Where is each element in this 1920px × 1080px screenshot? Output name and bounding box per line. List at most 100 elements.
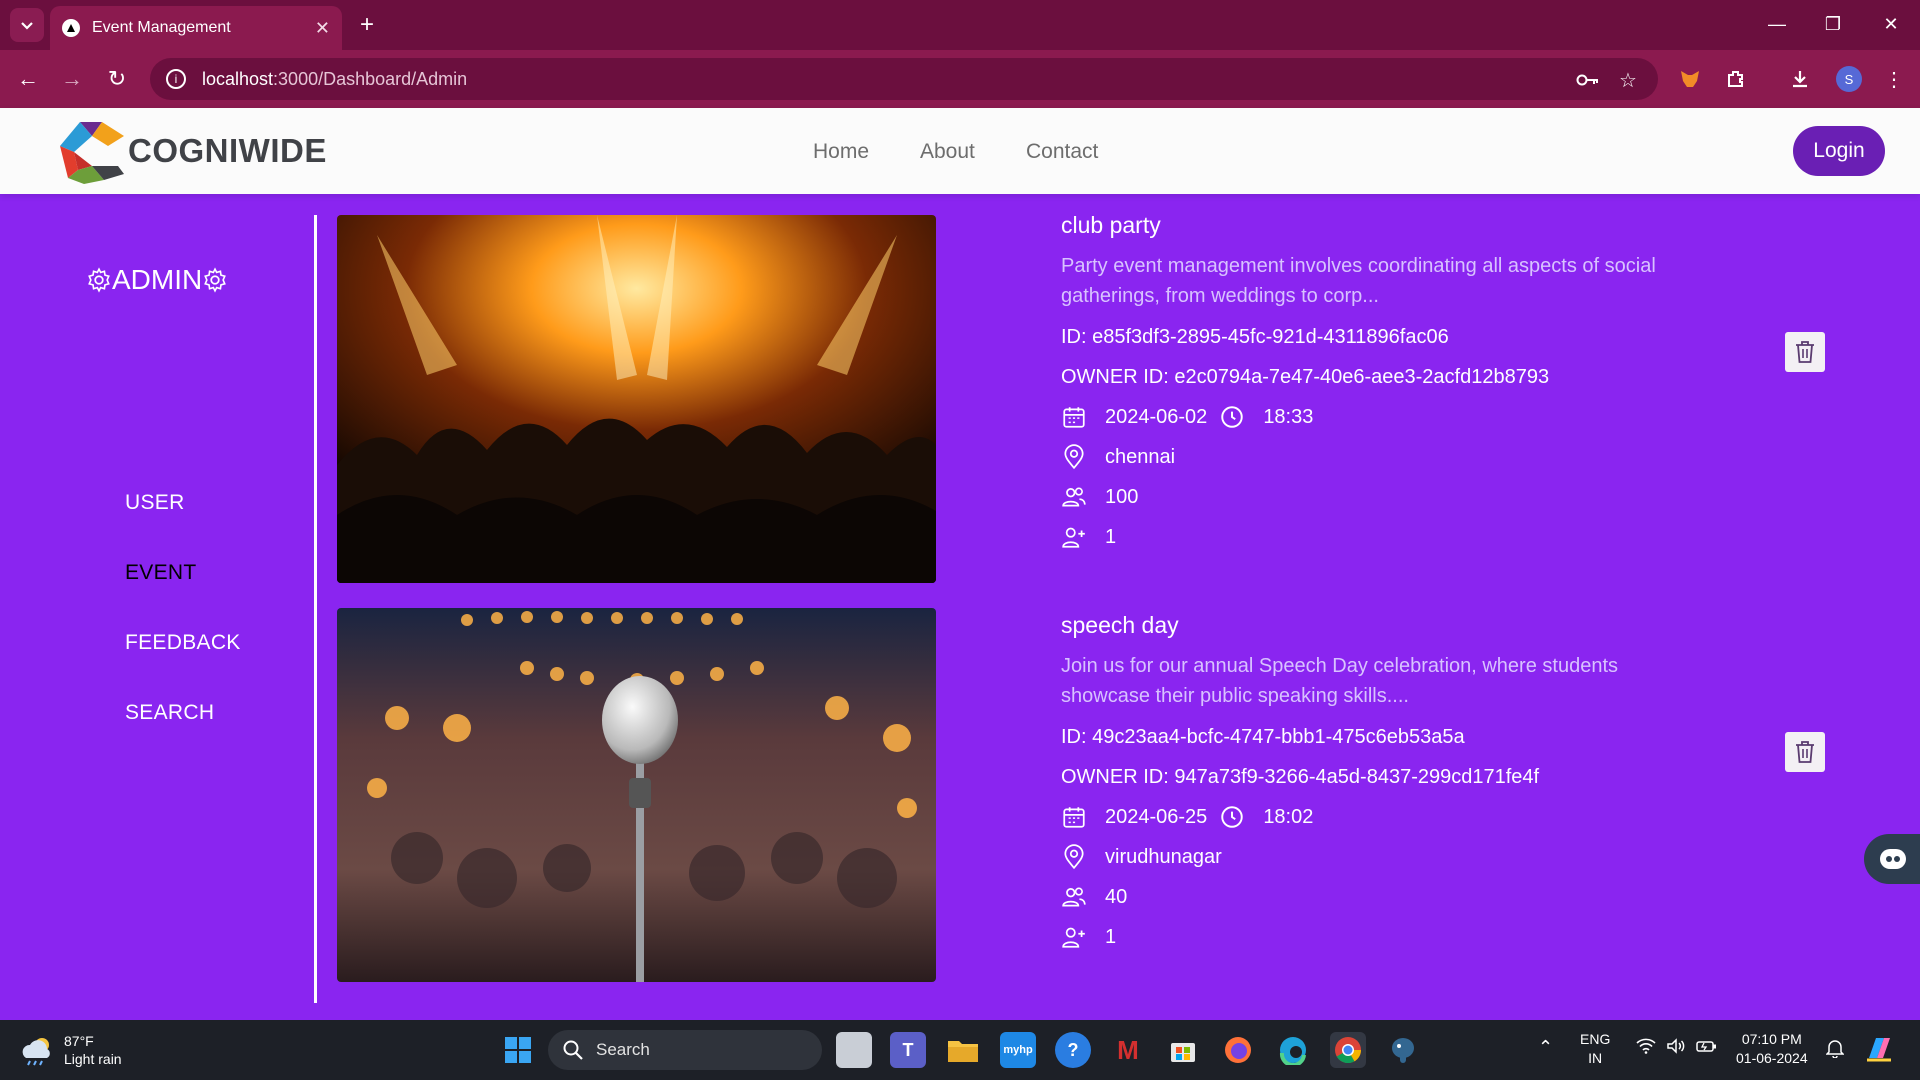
clock[interactable]: 07:10 PM 01-06-2024 (1736, 1030, 1808, 1068)
windows-taskbar: 87°F Light rain Search T myhp ? M ⌃ ENG … (0, 1020, 1920, 1080)
clock-icon (1221, 406, 1244, 428)
bot-face-icon (1880, 849, 1906, 869)
battery-icon[interactable] (1696, 1038, 1718, 1059)
forward-arrow-icon[interactable]: → (56, 63, 88, 95)
event-id: ID: 49c23aa4-bcfc-4747-bbb1-475c6eb53a5a (1061, 726, 1465, 748)
tab-title: Event Management (92, 19, 231, 36)
admin-heading-text: ADMIN (112, 264, 203, 295)
taskbar-search-box[interactable]: Search (548, 1030, 822, 1070)
volume-icon[interactable] (1666, 1038, 1686, 1059)
chrome-icon[interactable] (1330, 1032, 1366, 1068)
nav-link-about[interactable]: About (920, 140, 975, 164)
task-view-icon[interactable] (836, 1032, 872, 1068)
event-datetime-row: 2024-06-25 18:02 (1061, 804, 1313, 830)
url-path: :3000/Dashboard/Admin (273, 68, 468, 89)
event-date: 2024-06-25 (1105, 805, 1208, 828)
edge-icon[interactable] (1275, 1032, 1311, 1068)
event-capacity: 40 (1105, 885, 1128, 908)
user-plus-icon (1062, 927, 1085, 948)
admin-heading: ADMIN (86, 264, 228, 296)
language-indicator[interactable]: ENG IN (1580, 1030, 1610, 1068)
event-registered: 1 (1105, 925, 1117, 948)
address-bar[interactable]: i localhost:3000/Dashboard/Admin ☆ (150, 58, 1658, 100)
sidebar-item-event[interactable]: EVENT (125, 561, 197, 585)
sidebar-divider (314, 215, 317, 1003)
file-explorer-icon[interactable] (945, 1032, 981, 1068)
event-description: Join us for our annual Speech Day celebr… (1061, 655, 1619, 707)
chevron-down-icon (21, 22, 33, 30)
weather-widget[interactable]: 87°F Light rain (20, 1032, 122, 1068)
url-host: localhost (202, 68, 274, 89)
taskbar-search-label: Search (596, 1040, 650, 1059)
sidebar-item-search[interactable]: SEARCH (125, 701, 214, 725)
profile-avatar[interactable]: S (1836, 66, 1862, 92)
clock-date: 01-06-2024 (1736, 1050, 1808, 1066)
event-registered: 1 (1105, 525, 1117, 548)
login-button[interactable]: Login (1793, 126, 1885, 176)
event-title: club party (1061, 212, 1161, 238)
firefox-icon[interactable] (1220, 1032, 1256, 1068)
event-owner-id: OWNER ID: e2c0794a-7e47-40e6-aee3-2acfd1… (1061, 366, 1550, 388)
sidebar-item-user[interactable]: USER (125, 491, 185, 515)
cogniwide-logo-icon[interactable] (58, 118, 126, 184)
sidebar-item-feedback[interactable]: FEEDBACK (125, 631, 241, 655)
more-vertical-icon[interactable]: ⋮ (1880, 65, 1908, 93)
browser-tab[interactable]: Event Management ✕ (50, 6, 342, 50)
back-arrow-icon[interactable]: ← (12, 63, 44, 95)
close-window-button[interactable]: ✕ (1866, 6, 1916, 42)
region-code: IN (1588, 1050, 1603, 1066)
user-plus-icon (1062, 527, 1085, 548)
minimize-window-button[interactable]: — (1752, 6, 1802, 42)
mcafee-icon[interactable]: M (1110, 1032, 1146, 1068)
users-icon (1062, 487, 1086, 507)
download-icon[interactable] (1786, 65, 1814, 93)
microsoft-store-icon[interactable] (1165, 1032, 1201, 1068)
bookmark-star-icon[interactable]: ☆ (1614, 66, 1642, 94)
browser-toolbar: ← → ↻ i localhost:3000/Dashboard/Admin ☆… (0, 50, 1920, 108)
event-datetime-row: 2024-06-02 18:33 (1061, 404, 1313, 430)
nav-link-home[interactable]: Home (813, 140, 869, 164)
gear-icon (204, 267, 227, 293)
location-pin-icon (1064, 444, 1084, 470)
metamask-extension-icon[interactable] (1676, 65, 1704, 93)
event-title: speech day (1061, 612, 1179, 638)
event-capacity-row: 100 (1061, 484, 1138, 510)
restore-window-button[interactable]: ❐ (1808, 6, 1858, 42)
event-registered-row: 1 (1061, 524, 1116, 550)
clock-icon (1221, 806, 1244, 828)
extensions-puzzle-icon[interactable] (1722, 65, 1750, 93)
calendar-icon (1063, 807, 1085, 828)
password-key-icon[interactable] (1574, 66, 1602, 94)
myhp-icon[interactable]: myhp (1000, 1032, 1036, 1068)
site-navbar: COGNIWIDE Home About Contact Login (0, 108, 1920, 194)
notification-bell-icon[interactable] (1825, 1038, 1845, 1063)
site-info-icon[interactable]: i (166, 69, 186, 89)
delete-event-button[interactable] (1785, 332, 1825, 372)
weather-condition: Light rain (64, 1051, 122, 1067)
event-time: 18:02 (1263, 805, 1314, 828)
new-tab-button[interactable]: + (352, 10, 382, 40)
wifi-icon[interactable] (1636, 1038, 1656, 1059)
tab-search-button[interactable] (10, 8, 44, 42)
event-capacity-row: 40 (1061, 884, 1127, 910)
event-capacity: 100 (1105, 485, 1139, 508)
event-location: chennai (1105, 445, 1176, 468)
browser-tab-strip: Event Management ✕ + — ❐ ✕ (0, 0, 1920, 50)
reload-icon[interactable]: ↻ (101, 63, 133, 95)
windows-start-icon[interactable] (500, 1032, 536, 1068)
delete-event-button[interactable] (1785, 732, 1825, 772)
close-tab-icon[interactable]: ✕ (315, 18, 330, 39)
nav-link-contact[interactable]: Contact (1026, 140, 1098, 164)
weather-temperature: 87°F (64, 1033, 94, 1049)
teams-icon[interactable]: T (890, 1032, 926, 1068)
show-hidden-icons-chevron[interactable]: ⌃ (1538, 1038, 1553, 1057)
copilot-icon[interactable] (1864, 1034, 1894, 1069)
location-pin-icon (1064, 844, 1084, 870)
help-icon[interactable]: ? (1055, 1032, 1091, 1068)
postgres-icon[interactable] (1385, 1032, 1421, 1068)
event-image-microphone (337, 608, 936, 982)
chat-assistant-button[interactable] (1864, 834, 1920, 884)
trash-icon (1796, 741, 1814, 763)
search-icon (563, 1040, 583, 1060)
trash-icon (1796, 341, 1814, 363)
